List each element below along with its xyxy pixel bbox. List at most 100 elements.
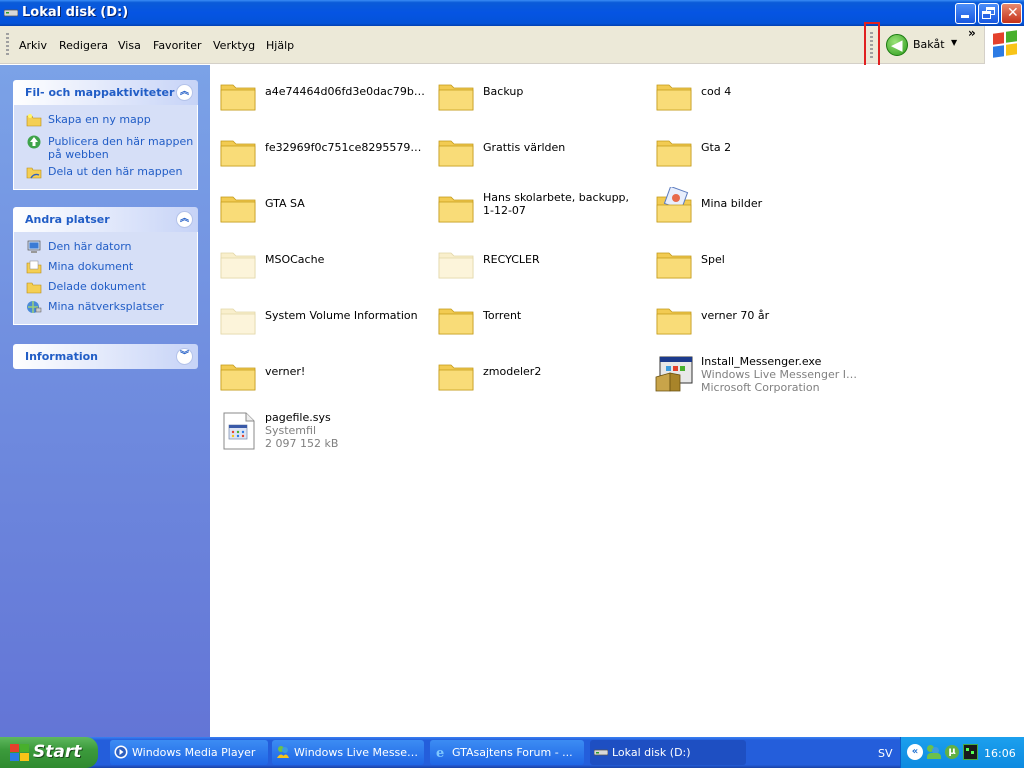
file-item[interactable]: pagefile.sys Systemfil 2 097 152 kB: [218, 411, 436, 461]
hidden-folder-icon[interactable]: [436, 243, 476, 283]
other-places-header[interactable]: Andra platser ︽: [13, 207, 198, 232]
link-label: Dela ut den här mappen: [48, 165, 183, 178]
restore-button[interactable]: [978, 3, 999, 24]
folder-item[interactable]: verner!: [218, 355, 436, 405]
menu-hjalp[interactable]: Hjälp: [266, 39, 294, 52]
network-monitor-tray-icon[interactable]: [963, 744, 978, 760]
folder-item[interactable]: Torrent: [436, 299, 654, 349]
folder-icon[interactable]: [218, 187, 258, 227]
item-name[interactable]: RECYCLER: [483, 253, 643, 266]
start-button[interactable]: Start: [0, 737, 98, 768]
shared-documents-link[interactable]: Delade dokument: [14, 280, 197, 300]
language-indicator[interactable]: SV: [878, 747, 893, 760]
folder-item[interactable]: zmodeler2: [436, 355, 654, 405]
folder-icon[interactable]: [436, 355, 476, 395]
folder-icon[interactable]: [218, 131, 258, 171]
folder-icon[interactable]: [436, 299, 476, 339]
folder-icon[interactable]: [436, 187, 476, 227]
collapse-icon[interactable]: ︽: [176, 84, 193, 101]
item-name[interactable]: Mina bilder: [701, 197, 861, 210]
folder-icon[interactable]: [654, 131, 694, 171]
item-name[interactable]: pagefile.sys: [265, 411, 425, 424]
folder-item[interactable]: Mina bilder: [654, 185, 872, 237]
item-name[interactable]: Hans skolarbete, backupp, 1-12-07: [483, 191, 633, 217]
installer-icon[interactable]: [654, 355, 694, 395]
item-name[interactable]: a4e74464d06fd3e0dac79b41c4: [265, 85, 425, 98]
item-name[interactable]: Torrent: [483, 309, 643, 322]
my-pictures-folder-icon[interactable]: [654, 185, 694, 227]
folder-item[interactable]: MSOCache: [218, 243, 436, 293]
chevron-down-icon[interactable]: ▼: [951, 38, 957, 47]
folder-item[interactable]: fe32969f0c751ce8295579dd7...: [218, 131, 436, 181]
taskbar-button-messenger[interactable]: Windows Live Messen...: [272, 740, 424, 765]
item-name[interactable]: Grattis världen: [483, 141, 643, 154]
taskbar-button-local-disk[interactable]: Lokal disk (D:): [590, 740, 746, 765]
item-name[interactable]: Spel: [701, 253, 861, 266]
menu-redigera[interactable]: Redigera: [59, 39, 108, 52]
folder-item[interactable]: Grattis världen: [436, 131, 654, 181]
link-label: Mina nätverksplatser: [48, 300, 164, 313]
item-detail: 2 097 152 kB: [265, 437, 339, 450]
clock[interactable]: 16:06: [984, 747, 1016, 760]
item-name[interactable]: System Volume Information: [265, 309, 425, 322]
publish-folder-link[interactable]: Publicera den här mappen på webben: [14, 135, 197, 161]
back-button[interactable]: ◀ Bakåt ▼: [884, 33, 964, 59]
item-name[interactable]: fe32969f0c751ce8295579dd7...: [265, 141, 425, 154]
folder-icon[interactable]: [436, 75, 476, 115]
folder-item[interactable]: System Volume Information: [218, 299, 436, 349]
hidden-folder-icon[interactable]: [218, 243, 258, 283]
folder-item[interactable]: a4e74464d06fd3e0dac79b41c4: [218, 75, 436, 125]
link-label: Publicera den här mappen på webben: [48, 135, 194, 161]
menu-visa[interactable]: Visa: [118, 39, 141, 52]
folder-icon[interactable]: [654, 243, 694, 283]
share-folder-link[interactable]: Dela ut den här mappen: [14, 165, 197, 185]
item-name[interactable]: cod 4: [701, 85, 861, 98]
close-button[interactable]: ✕: [1001, 3, 1022, 24]
menu-arkiv[interactable]: Arkiv: [19, 39, 47, 52]
file-tasks-header[interactable]: Fil- och mappaktiviteter ︽: [13, 80, 198, 105]
item-name[interactable]: verner!: [265, 365, 425, 378]
my-computer-link[interactable]: Den här datorn: [14, 240, 197, 260]
file-item[interactable]: Install_Messenger.exe Windows Live Messen…: [654, 355, 872, 405]
folder-icon[interactable]: [218, 75, 258, 115]
utorrent-tray-icon[interactable]: µ: [945, 745, 959, 759]
item-name[interactable]: Backup: [483, 85, 643, 98]
folder-item[interactable]: Hans skolarbete, backupp, 1-12-07: [436, 187, 654, 237]
folder-item[interactable]: GTA SA: [218, 187, 436, 237]
folder-item[interactable]: Spel: [654, 243, 872, 293]
hidden-folder-icon[interactable]: [218, 299, 258, 339]
item-name[interactable]: MSOCache: [265, 253, 425, 266]
menu-verktyg[interactable]: Verktyg: [213, 39, 255, 52]
folder-icon[interactable]: [436, 131, 476, 171]
minimize-button[interactable]: [955, 3, 976, 24]
item-name[interactable]: Gta 2: [701, 141, 861, 154]
item-name[interactable]: zmodeler2: [483, 365, 643, 378]
network-places-link[interactable]: Mina nätverksplatser: [14, 300, 197, 320]
taskbar-button-forum[interactable]: e GTAsajtens Forum - ...: [430, 740, 584, 765]
tray-arrow-icon[interactable]: «: [907, 744, 923, 760]
taskbar-button-media-player[interactable]: Windows Media Player: [110, 740, 268, 765]
item-name[interactable]: verner 70 år: [701, 309, 861, 322]
collapse-icon[interactable]: ︽: [176, 211, 193, 228]
my-documents-link[interactable]: Mina dokument: [14, 260, 197, 280]
expand-icon[interactable]: ︾: [176, 348, 193, 365]
menu-favoriter[interactable]: Favoriter: [153, 39, 201, 52]
folder-icon[interactable]: [218, 355, 258, 395]
messenger-tray-icon[interactable]: [927, 745, 941, 759]
item-name[interactable]: GTA SA: [265, 197, 425, 210]
system-tray: « µ 16:06: [900, 737, 1024, 768]
folder-item[interactable]: RECYCLER: [436, 243, 654, 293]
folder-item[interactable]: cod 4: [654, 75, 872, 125]
details-header[interactable]: Information ︾: [13, 344, 198, 369]
system-file-icon[interactable]: [218, 411, 258, 451]
toolbar-overflow-chevron[interactable]: »: [968, 26, 976, 40]
folder-icon[interactable]: [654, 299, 694, 339]
folder-item[interactable]: verner 70 år: [654, 299, 872, 349]
folder-item[interactable]: Gta 2: [654, 131, 872, 181]
new-folder-link[interactable]: Skapa en ny mapp: [14, 113, 197, 133]
folder-item[interactable]: Backup: [436, 75, 654, 125]
toolbar-grip[interactable]: [6, 33, 9, 57]
task-label: GTAsajtens Forum - ...: [452, 746, 573, 759]
item-name[interactable]: Install_Messenger.exe: [701, 355, 861, 368]
folder-icon[interactable]: [654, 75, 694, 115]
